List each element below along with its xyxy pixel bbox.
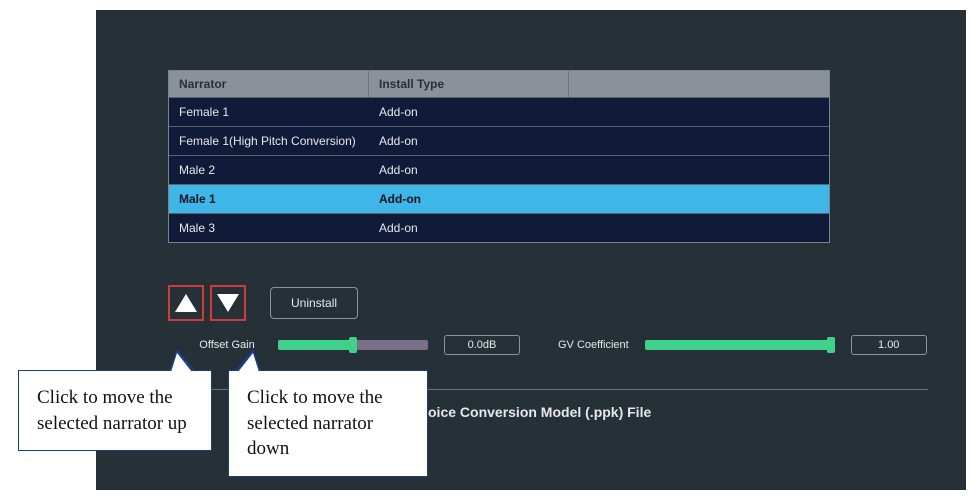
- callout-move-down: Click to move the selected narrator down: [228, 370, 428, 477]
- cell-narrator: Male 1: [169, 185, 369, 213]
- cell-install-type: Add-on: [369, 127, 569, 155]
- cell-install-type: Add-on: [369, 156, 569, 184]
- narrator-table: Narrator Install Type Female 1Add-onFema…: [168, 70, 830, 243]
- callout-tail-fill-icon: [171, 353, 192, 372]
- table-body: Female 1Add-onFemale 1(High Pitch Conver…: [169, 97, 829, 242]
- callout-move-down-text: Click to move the selected narrator down: [247, 387, 383, 459]
- offset-gain-value: 0.0dB: [444, 335, 520, 355]
- cell-install-type: Add-on: [369, 214, 569, 242]
- cell-blank: [569, 127, 829, 155]
- cell-narrator: Male 2: [169, 156, 369, 184]
- table-row[interactable]: Male 1Add-on: [169, 184, 829, 213]
- header-narrator: Narrator: [169, 71, 369, 97]
- cell-blank: [569, 98, 829, 126]
- cell-blank: [569, 156, 829, 184]
- table-row[interactable]: Male 3Add-on: [169, 213, 829, 242]
- gv-coefficient-label: GV Coefficient: [558, 339, 629, 351]
- narrator-settings-panel: Narrator Install Type Female 1Add-onFema…: [96, 10, 966, 490]
- offset-gain-fill: [278, 340, 353, 350]
- cell-narrator: Female 1(High Pitch Conversion): [169, 127, 369, 155]
- table-row[interactable]: Female 1(High Pitch Conversion)Add-on: [169, 126, 829, 155]
- offset-gain-thumb[interactable]: [349, 337, 357, 353]
- table-row[interactable]: Male 2Add-on: [169, 155, 829, 184]
- callout-move-up-text: Click to move the selected narrator up: [37, 387, 187, 434]
- move-up-button[interactable]: [168, 285, 204, 321]
- cell-narrator: Female 1: [169, 98, 369, 126]
- cell-blank: [569, 185, 829, 213]
- triangle-down-icon: [217, 294, 239, 312]
- offset-gain-slider[interactable]: [278, 340, 428, 350]
- table-header-row: Narrator Install Type: [169, 71, 829, 97]
- cell-install-type: Add-on: [369, 185, 569, 213]
- triangle-up-icon: [175, 294, 197, 312]
- gv-coefficient-thumb[interactable]: [827, 337, 835, 353]
- header-blank: [569, 71, 829, 97]
- cell-blank: [569, 214, 829, 242]
- gv-coefficient-slider[interactable]: [645, 340, 835, 350]
- cell-install-type: Add-on: [369, 98, 569, 126]
- callout-move-up: Click to move the selected narrator up: [18, 370, 212, 451]
- gv-coefficient-value: 1.00: [851, 335, 927, 355]
- cell-narrator: Male 3: [169, 214, 369, 242]
- callout-tail-fill-icon: [238, 353, 259, 372]
- gain-sliders-row: Offset Gain 0.0dB GV Coefficient 1.00: [168, 335, 928, 355]
- move-down-button[interactable]: [210, 285, 246, 321]
- table-row[interactable]: Female 1Add-on: [169, 97, 829, 126]
- reorder-controls: Uninstall: [168, 285, 928, 321]
- uninstall-button[interactable]: Uninstall: [270, 287, 358, 319]
- header-install-type: Install Type: [369, 71, 569, 97]
